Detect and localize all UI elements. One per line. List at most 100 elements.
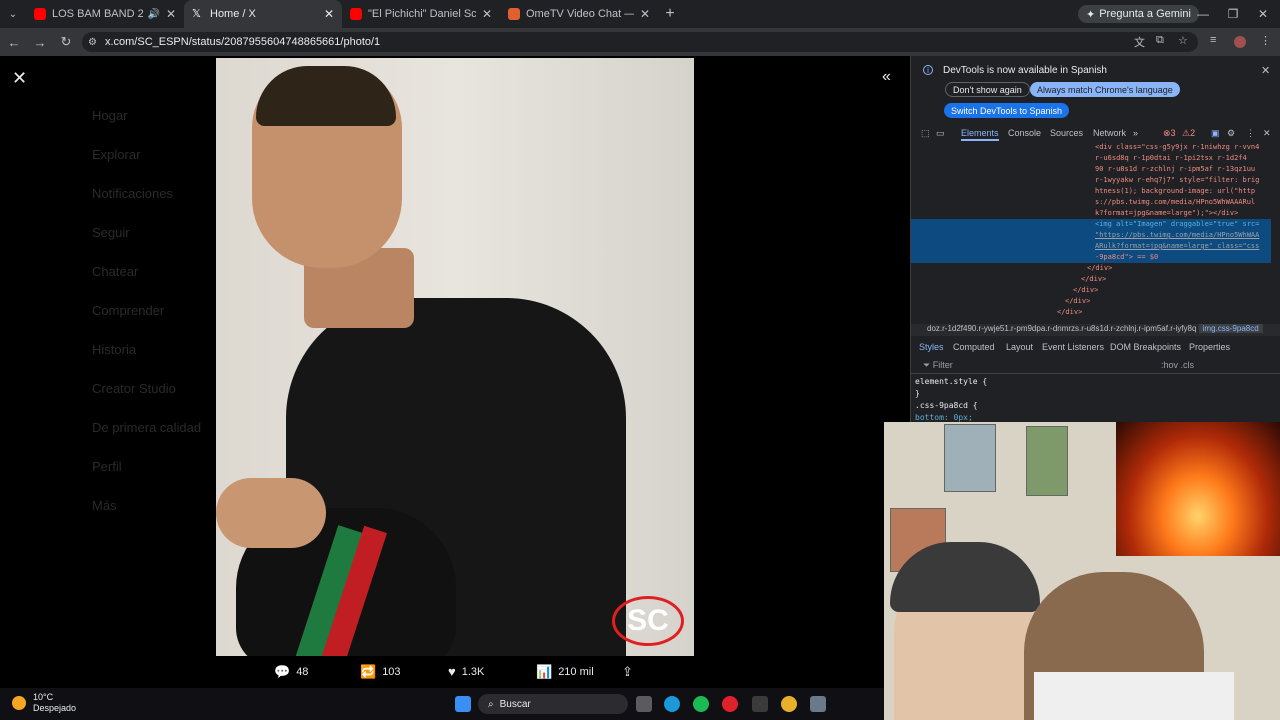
dom-line[interactable]: </div>: [911, 285, 1271, 296]
nav-chat[interactable]: Chatear: [92, 264, 138, 279]
dom-line-selected[interactable]: -9pa8cd"> == $0: [911, 252, 1271, 263]
close-devtools-icon[interactable]: ✕: [1263, 128, 1271, 139]
dont-show-again-button[interactable]: Don't show again: [945, 82, 1030, 97]
tab-4[interactable]: OmeTV Video Chat — Alternat ✕: [500, 0, 658, 28]
nav-profile[interactable]: Perfil: [92, 459, 122, 474]
gemini-button[interactable]: ✦ Pregunta a Gemini: [1078, 5, 1199, 23]
subtab-styles[interactable]: Styles: [919, 342, 944, 352]
switch-to-spanish-button[interactable]: Switch DevTools to Spanish: [944, 103, 1070, 118]
close-tab-icon[interactable]: ✕: [324, 7, 334, 21]
nav-follow[interactable]: Seguir: [92, 225, 130, 240]
tab-1[interactable]: LOS BAM BAND 2009 - Ellu 🔊 ✕: [26, 0, 184, 28]
tab-console[interactable]: Console: [1008, 128, 1041, 138]
styles-pane[interactable]: element.style { } .css-9pa8cd { bottom: …: [915, 376, 987, 424]
nav-explore[interactable]: Explorar: [92, 147, 140, 162]
more-tabs-icon[interactable]: »: [1133, 128, 1138, 138]
spotify-icon[interactable]: [693, 696, 709, 712]
dom-line[interactable]: s://pbs.twimg.com/media/HPno5WhWAAARul: [911, 197, 1271, 208]
dom-line[interactable]: <div class="css-g5y9jx r-1niwhzg r-vvn4: [911, 142, 1271, 153]
nav-creator-studio[interactable]: Creator Studio: [92, 381, 176, 396]
nav-more[interactable]: Más: [92, 498, 117, 513]
app-icon[interactable]: [752, 696, 768, 712]
install-icon[interactable]: ⧉: [1156, 34, 1164, 47]
address-bar[interactable]: ⚙ x.com/SC_ESPN/status/20879556047488656…: [82, 32, 1198, 52]
dom-line[interactable]: k?format=jpg&name=large");"></div>: [911, 208, 1271, 219]
close-window-button[interactable]: ✕: [1248, 0, 1278, 28]
error-count[interactable]: ⊗3: [1163, 128, 1176, 139]
settings-icon[interactable]: [810, 696, 826, 712]
reply-button[interactable]: 💬 48: [274, 664, 308, 680]
close-tab-icon[interactable]: ✕: [640, 7, 650, 21]
task-view-icon[interactable]: [636, 696, 652, 712]
dom-line-selected[interactable]: "https://pbs.twimg.com/media/HPno5WhWAA: [911, 230, 1271, 241]
dom-tree[interactable]: <div class="css-g5y9jx r-1niwhzg r-vvn4 …: [911, 142, 1271, 320]
breadcrumb-path[interactable]: doz.r-1d2f490.r-ywje51.r-pm9dpa.r-dnmrzs…: [927, 324, 1196, 333]
device-toolbar-icon[interactable]: ▭: [936, 128, 945, 139]
menu-icon[interactable]: ⋮: [1260, 34, 1271, 47]
dom-line[interactable]: </div>: [911, 307, 1271, 318]
profile-avatar[interactable]: [1234, 36, 1246, 48]
post-photo[interactable]: SC: [216, 58, 694, 656]
inspect-icon[interactable]: ⬚: [921, 128, 930, 139]
views-button[interactable]: 📊 210 mil: [536, 664, 594, 680]
tab-network[interactable]: Network: [1093, 128, 1126, 138]
tab-3[interactable]: "El Pichichi" Daniel Scioli - Top ✕: [342, 0, 500, 28]
translate-icon[interactable]: 文: [1134, 34, 1145, 50]
breadcrumb-current[interactable]: img.css-9pa8cd: [1198, 324, 1263, 333]
styles-filter-input[interactable]: ⏷ Filter :hov .cls: [911, 360, 1280, 374]
dom-line-selected[interactable]: <img alt="Imagen" draggable="true" src=: [911, 219, 1271, 230]
settings-gear-icon[interactable]: ⚙: [1227, 128, 1235, 139]
ai-assist-icon[interactable]: ▣: [1211, 128, 1220, 139]
edge-icon[interactable]: [664, 696, 680, 712]
subtab-dom-breakpoints[interactable]: DOM Breakpoints: [1110, 342, 1181, 352]
nav-notifications[interactable]: Notificaciones: [92, 186, 173, 201]
warning-count[interactable]: ⚠2: [1182, 128, 1195, 139]
audio-icon[interactable]: 🔊: [147, 9, 159, 20]
share-button[interactable]: ⇪: [622, 664, 633, 680]
maximize-button[interactable]: ❐: [1218, 0, 1248, 28]
tab-2[interactable]: 𝕏 Home / X ✕: [184, 0, 342, 28]
opera-icon[interactable]: [722, 696, 738, 712]
close-tab-icon[interactable]: ✕: [482, 7, 492, 21]
filter-toggles[interactable]: :hov .cls: [1161, 360, 1194, 370]
bookmark-star-icon[interactable]: ☆: [1178, 34, 1188, 47]
dom-line-selected[interactable]: ARulk?format=jpg&name=large" class="css: [911, 241, 1271, 252]
close-tab-icon[interactable]: ✕: [166, 7, 176, 21]
forward-icon[interactable]: →: [28, 35, 52, 50]
subtab-event-listeners[interactable]: Event Listeners: [1042, 342, 1104, 352]
close-icon[interactable]: ✕: [12, 68, 27, 89]
dom-line[interactable]: </div>: [911, 274, 1271, 285]
minimize-button[interactable]: —: [1188, 0, 1218, 28]
reading-list-icon[interactable]: ≡: [1210, 34, 1216, 46]
repost-button[interactable]: 🔁 103: [360, 664, 401, 680]
subtab-layout[interactable]: Layout: [1006, 342, 1033, 352]
like-button[interactable]: ♥ 1.3K: [448, 664, 484, 679]
back-icon[interactable]: ←: [2, 35, 26, 50]
reload-icon[interactable]: ↻: [54, 34, 78, 50]
new-tab-button[interactable]: +: [658, 5, 682, 23]
nav-premium[interactable]: De primera calidad: [92, 420, 201, 435]
dom-line[interactable]: 90 r-u8s1d r-zchlnj r-ipm5af r-13qz1uu: [911, 164, 1271, 175]
site-info-icon[interactable]: ⚙: [88, 37, 97, 48]
dom-line[interactable]: </div>: [911, 263, 1271, 274]
tab-search-icon[interactable]: ⌄: [0, 0, 26, 28]
windows-start-icon[interactable]: [455, 696, 471, 712]
always-match-language-button[interactable]: Always match Chrome's language: [1030, 82, 1180, 97]
subtab-computed[interactable]: Computed: [953, 342, 995, 352]
subtab-properties[interactable]: Properties: [1189, 342, 1230, 352]
dom-line[interactable]: r-1wyyakw r-ehq7j7" style="filter: brig: [911, 175, 1271, 186]
dom-line[interactable]: r-u6sd8q r-1p0dtai r-1pi2tsx r-1d2f4: [911, 153, 1271, 164]
chrome-icon[interactable]: [781, 696, 797, 712]
nav-home[interactable]: Hogar: [92, 108, 127, 123]
taskbar-search[interactable]: ⌕ Buscar: [478, 694, 628, 714]
dom-breadcrumb[interactable]: doz.r-1d2f490.r-ywje51.r-pm9dpa.r-dnmrzs…: [911, 324, 1280, 336]
kebab-menu-icon[interactable]: ⋮: [1246, 128, 1255, 139]
close-notice-icon[interactable]: ✕: [1261, 64, 1270, 77]
nav-history[interactable]: Historia: [92, 342, 136, 357]
dom-line[interactable]: </div>: [911, 296, 1271, 307]
tab-elements[interactable]: Elements: [961, 128, 999, 141]
tab-sources[interactable]: Sources: [1050, 128, 1083, 138]
dom-line[interactable]: htness(1); background-image: url("http: [911, 186, 1271, 197]
nav-grok[interactable]: Comprender: [92, 303, 164, 318]
collapse-panel-icon[interactable]: «: [882, 68, 891, 86]
